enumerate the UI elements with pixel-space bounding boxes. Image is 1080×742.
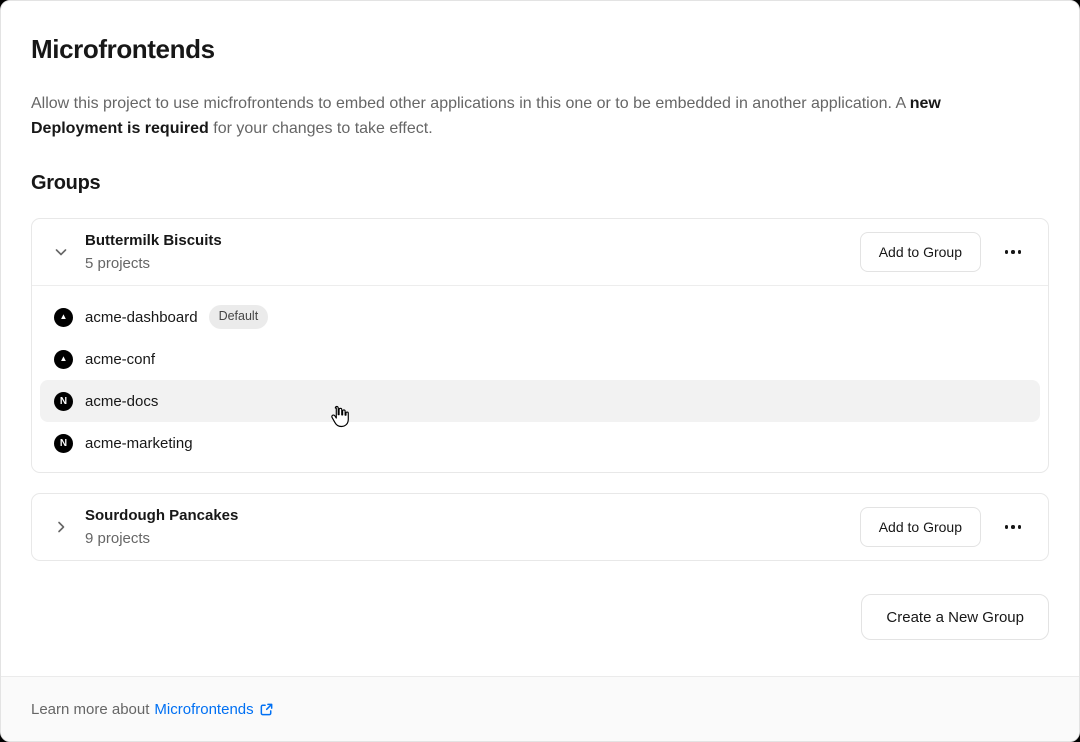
page-title: Microfrontends xyxy=(31,34,1049,65)
group-header[interactable]: Sourdough Pancakes 9 projects Add to Gro… xyxy=(32,494,1048,560)
group-card-sourdough-pancakes: Sourdough Pancakes 9 projects Add to Gro… xyxy=(31,493,1049,561)
project-row[interactable]: ▲ acme-dashboard Default xyxy=(40,296,1040,338)
nextjs-icon: N xyxy=(54,434,73,453)
more-options-button[interactable] xyxy=(995,509,1031,545)
project-row[interactable]: N acme-marketing xyxy=(40,422,1040,464)
group-card-buttermilk-biscuits: Buttermilk Biscuits 5 projects Add to Gr… xyxy=(31,218,1049,473)
more-options-button[interactable] xyxy=(995,234,1031,270)
description-tail: for your changes to take effect. xyxy=(209,120,433,137)
footer-text: Learn more about xyxy=(31,701,149,718)
chevron-right-icon[interactable] xyxy=(49,515,73,539)
group-project-count: 9 projects xyxy=(85,529,238,549)
project-name: acme-conf xyxy=(85,351,155,368)
group-name: Sourdough Pancakes xyxy=(85,506,238,526)
group-name: Buttermilk Biscuits xyxy=(85,231,222,251)
group-titles: Sourdough Pancakes 9 projects xyxy=(85,506,238,549)
external-link-icon xyxy=(259,702,274,717)
group-header[interactable]: Buttermilk Biscuits 5 projects Add to Gr… xyxy=(32,219,1048,285)
ellipsis-icon xyxy=(1005,525,1009,529)
vercel-icon: ▲ xyxy=(54,308,73,327)
project-list: ▲ acme-dashboard Default ▲ acme-conf N a… xyxy=(32,286,1048,472)
project-name: acme-dashboard xyxy=(85,309,198,326)
project-row[interactable]: N acme-docs xyxy=(40,380,1040,422)
page-description: Allow this project to use micfrofrontend… xyxy=(31,91,1036,141)
footer-microfrontends-link[interactable]: Microfrontends xyxy=(154,701,273,718)
add-to-group-button[interactable]: Add to Group xyxy=(860,507,981,547)
description-lead: Allow this project to use micfrofrontend… xyxy=(31,95,910,112)
footer: Learn more about Microfrontends xyxy=(1,676,1079,741)
project-name: acme-marketing xyxy=(85,435,193,452)
project-name: acme-docs xyxy=(85,393,158,410)
chevron-down-icon[interactable] xyxy=(49,240,73,264)
nextjs-icon: N xyxy=(54,392,73,411)
groups-heading: Groups xyxy=(31,172,1049,195)
footer-link-label: Microfrontends xyxy=(154,701,253,718)
ellipsis-icon xyxy=(1005,250,1009,254)
microfrontends-settings-page: Microfrontends Allow this project to use… xyxy=(0,0,1080,742)
group-titles: Buttermilk Biscuits 5 projects xyxy=(85,231,222,274)
add-to-group-button[interactable]: Add to Group xyxy=(860,232,981,272)
project-row[interactable]: ▲ acme-conf xyxy=(40,338,1040,380)
default-badge: Default xyxy=(209,305,269,329)
vercel-icon: ▲ xyxy=(54,350,73,369)
create-new-group-button[interactable]: Create a New Group xyxy=(861,594,1049,640)
group-project-count: 5 projects xyxy=(85,254,222,274)
main-content: Microfrontends Allow this project to use… xyxy=(1,1,1079,676)
actions-row: Create a New Group xyxy=(31,594,1049,640)
